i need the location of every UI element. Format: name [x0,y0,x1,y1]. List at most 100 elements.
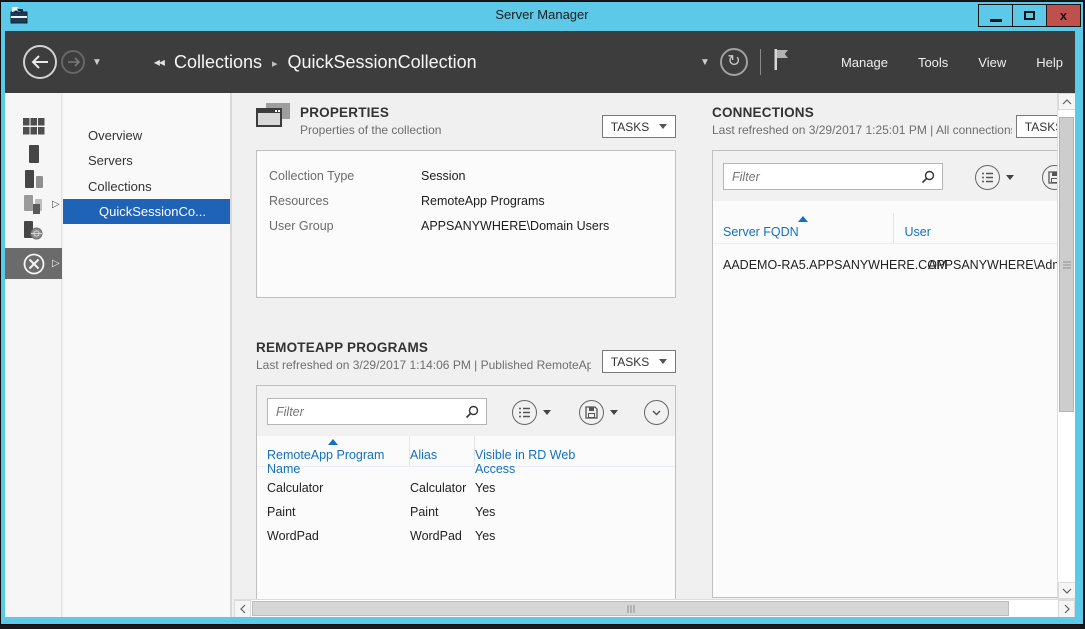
properties-box: Collection Type Session Resources Remote… [256,150,676,298]
module-icon-strip: ▷ ▷ [5,93,62,617]
scroll-left-button[interactable] [234,600,251,617]
expand-arrow-icon[interactable]: ▷ [52,199,60,210]
sidebar-item-remote-desktop-services[interactable]: ▷ [5,248,62,279]
cell-alias: Paint [410,505,475,519]
sidebar-item-iis[interactable] [5,217,62,243]
sidebar-item-overview[interactable]: Overview [63,123,230,148]
list-view-icon[interactable] [512,400,537,425]
scroll-right-button[interactable] [1058,600,1075,617]
column-header-visible-rd-web[interactable]: Visible in RD Web Access [475,436,615,466]
sidebar-item-dashboard[interactable] [5,113,62,139]
minimize-button[interactable] [978,4,1013,27]
sidebar-item-collections[interactable]: Collections [63,174,230,199]
cell-visible: Yes [475,505,615,519]
horizontal-scrollbar[interactable] [234,599,1075,617]
notifications-flag-icon[interactable] [773,48,789,77]
file-storage-services-icon [24,195,43,214]
remoteapp-row-calculator[interactable]: Calculator Calculator Yes [257,476,675,500]
cell-user: APPSANYWHERE\Administrator [918,258,1075,272]
window-controls: x [979,4,1081,27]
chevron-up-icon [1062,99,1072,105]
connections-row[interactable]: AADEMO-RA5.APPSANYWHERE.COM APPSANYWHERE… [713,253,1075,277]
iis-icon [24,221,43,240]
chevron-down-icon [659,359,667,364]
breadcrumb-collections[interactable]: Collections [174,52,262,73]
titlebar: Server Manager x [1,2,1083,29]
remoteapp-filter-input[interactable] [267,398,487,425]
properties-tasks-button[interactable]: TASKS [602,115,676,138]
column-header-server-fqdn[interactable]: Server FQDN [713,213,894,243]
remoteapp-toolbar [257,386,675,436]
cell-server-fqdn: AADEMO-RA5.APPSANYWHERE.COM [713,258,918,272]
column-header-user[interactable]: User [894,213,1075,243]
connections-grid-header: Server FQDN User [713,213,1075,244]
cell-alias: Calculator [410,481,475,495]
connections-filter-input[interactable] [723,163,943,190]
cell-program-name: Paint [257,505,410,519]
sidebar-item-all-servers[interactable] [5,166,62,192]
back-button[interactable] [23,45,57,79]
property-label: Collection Type [269,169,421,183]
chevron-down-icon [1062,588,1072,594]
server-manager-window: Server Manager x ▼ ◂◂ Collections [0,1,1084,625]
property-value: RemoteApp Programs [421,194,545,208]
remoteapp-tasks-button[interactable]: TASKS [602,350,676,373]
history-dropdown-caret[interactable]: ▼ [92,57,102,68]
chevron-down-icon[interactable] [1006,175,1014,180]
vertical-scrollbar[interactable] [1057,93,1075,599]
remoteapp-panel-header: REMOTEAPP PROGRAMS Last refreshed on 3/2… [256,340,676,372]
properties-panel-icon [256,103,292,136]
property-row: Collection Type Session [269,163,675,188]
chevron-down-icon[interactable] [610,410,618,415]
save-query-icon[interactable] [579,400,604,425]
remoteapp-subtitle: Last refreshed on 3/29/2017 1:14:06 PM |… [256,358,591,372]
scroll-down-button[interactable] [1058,582,1075,599]
vertical-scroll-thumb[interactable] [1059,117,1074,412]
sidebar-item-quicksessioncollection[interactable]: QuickSessionCo... [63,199,230,224]
sidebar-item-file-and-storage-services[interactable]: ▷ [5,191,62,217]
breadcrumb-current[interactable]: QuickSessionCollection [288,52,477,73]
connections-box: Server FQDN User AADEMO-RA5.APPSANYWHERE… [712,150,1075,598]
forward-arrow-icon [67,57,80,67]
menu-view[interactable]: View [978,55,1006,70]
menu-manage[interactable]: Manage [841,55,888,70]
column-header-alias[interactable]: Alias [410,436,475,466]
chevron-left-icon [240,604,246,614]
remoteapp-row-wordpad[interactable]: WordPad WordPad Yes [257,524,675,548]
refresh-button[interactable]: ↻ [720,48,748,76]
list-view-icon[interactable] [975,165,1000,190]
cell-program-name: WordPad [257,529,410,543]
sidebar-item-servers[interactable]: Servers [63,148,230,173]
sort-ascending-icon [798,216,808,222]
breadcrumb-separator-icon: ▸ [272,57,278,70]
collapse-panel-icon[interactable] [644,400,669,425]
cell-visible: Yes [475,481,615,495]
breadcrumb: ◂◂ Collections ▸ QuickSessionCollection [154,52,477,73]
remoteapp-grid-header: RemoteApp Program Name Alias Visible in … [257,436,675,467]
remoteapp-box: RemoteApp Program Name Alias Visible in … [256,385,676,608]
connections-panel-header: CONNECTIONS Last refreshed on 3/29/2017 … [712,105,1075,137]
close-button[interactable]: x [1046,4,1081,27]
chevron-down-icon[interactable] [543,410,551,415]
menu-tools[interactable]: Tools [918,55,948,70]
forward-button[interactable] [61,50,85,74]
menu-help[interactable]: Help [1036,55,1063,70]
horizontal-scroll-thumb[interactable] [252,601,1009,616]
local-server-icon [29,145,39,163]
minimize-icon [990,19,1002,22]
tasks-label: TASKS [611,120,649,134]
cell-visible: Yes [475,529,615,543]
notifications-caret[interactable]: ▼ [700,57,710,68]
main-content: PROPERTIES Properties of the collection … [234,93,1075,617]
remoteapp-row-paint[interactable]: Paint Paint Yes [257,500,675,524]
breadcrumb-collapse-icon[interactable]: ◂◂ [154,55,164,69]
expand-arrow-icon[interactable]: ▷ [52,258,60,269]
column-header-remoteapp-program-name[interactable]: RemoteApp Program Name [257,436,410,466]
maximize-button[interactable] [1012,4,1047,27]
maximize-icon [1024,11,1035,20]
scroll-up-button[interactable] [1058,93,1075,110]
sort-ascending-icon [328,439,338,445]
properties-panel-header: PROPERTIES Properties of the collection … [256,105,676,137]
sidebar-item-local-server[interactable] [5,141,62,167]
navbar-divider [760,49,761,75]
